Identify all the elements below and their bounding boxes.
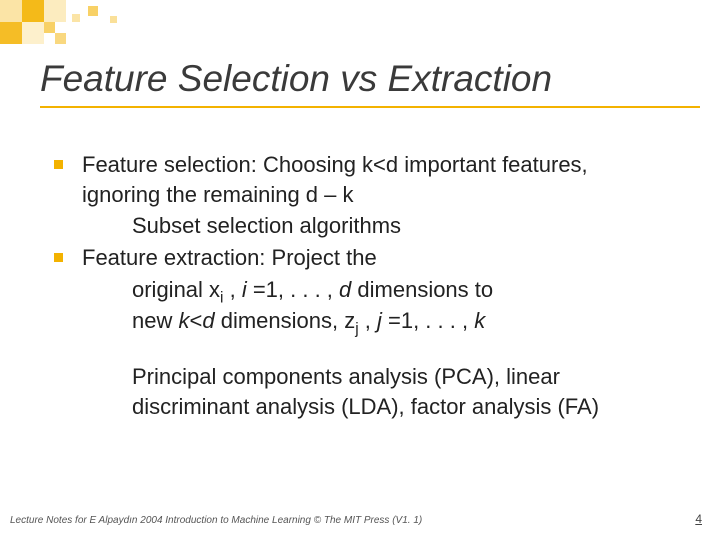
title-underline (40, 106, 700, 108)
sub-text: new k<d dimensions, zj , j =1, . . . , k (132, 308, 485, 333)
square-bullet-icon (54, 253, 63, 262)
body-content: Feature selection: Choosing k<d importan… (54, 150, 670, 422)
sub-text: Subset selection algorithms (132, 213, 401, 238)
sub-item: Subset selection algorithms (54, 211, 670, 241)
page-number: 4 (695, 512, 702, 526)
bullet-item-2: Feature extraction: Project the (54, 243, 670, 273)
bullet-text: Feature extraction: Project the (82, 245, 377, 270)
bullet-text: Feature selection: Choosing k<d importan… (82, 152, 588, 207)
slide: Feature Selection vs Extraction Feature … (0, 0, 720, 540)
paragraph: Principal components analysis (PCA), lin… (54, 362, 670, 421)
slide-title: Feature Selection vs Extraction (40, 58, 680, 100)
title-area: Feature Selection vs Extraction (40, 58, 680, 100)
sub-text: original xi , i =1, . . . , d dimensions… (132, 277, 493, 302)
bullet-item-1: Feature selection: Choosing k<d importan… (54, 150, 670, 209)
footer-citation: Lecture Notes for E Alpaydın 2004 Introd… (10, 515, 422, 526)
square-bullet-icon (54, 160, 63, 169)
corner-decoration (0, 0, 200, 60)
sub-item: new k<d dimensions, zj , j =1, . . . , k (54, 306, 670, 336)
sub-item: original xi , i =1, . . . , d dimensions… (54, 275, 670, 305)
